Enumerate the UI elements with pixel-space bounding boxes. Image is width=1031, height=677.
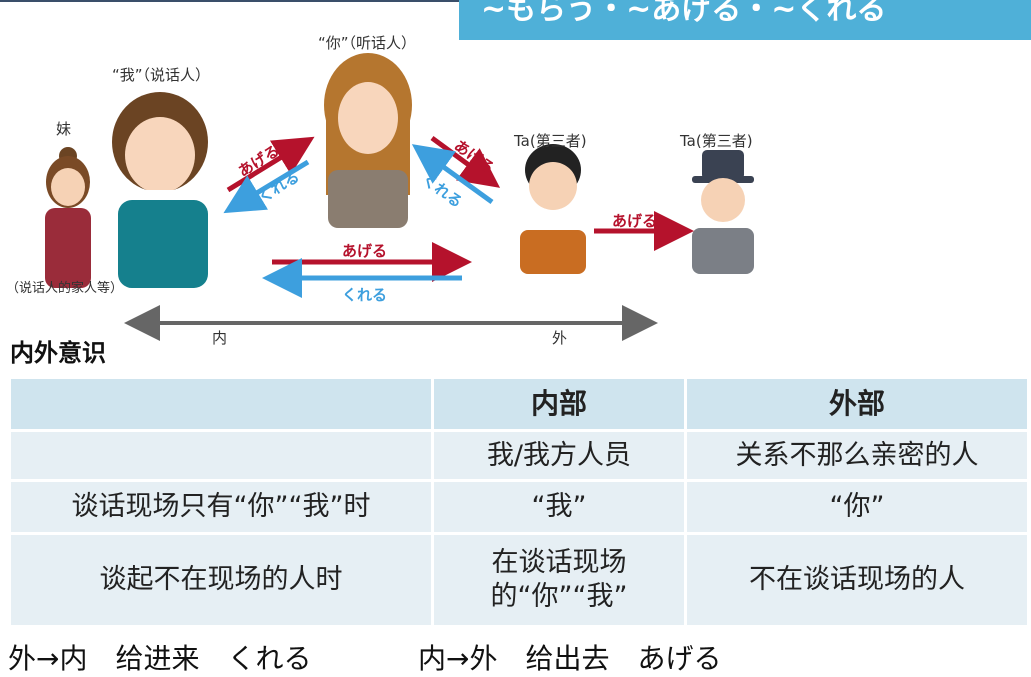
table-header-cell: 外部 — [687, 379, 1027, 429]
footer-kureru-rule: 外→内 给进来 くれる — [8, 642, 312, 675]
label-listener: “你”（听话人） — [318, 34, 417, 52]
sister-figure — [45, 147, 91, 288]
label-speaker: “我”（说话人） — [112, 66, 211, 84]
table-cell: “我” — [434, 482, 684, 532]
scale-inner-label: 内 — [212, 329, 228, 347]
arrow-label-ageru-4: あげる — [612, 212, 658, 230]
table-header-cell: 内部 — [434, 379, 684, 429]
label-sister-note: （说话人的家人等） — [6, 281, 124, 296]
arrow-label-ageru-3: あげる — [342, 242, 388, 260]
table-cell: 不在谈话现场的人 — [687, 535, 1027, 625]
table-row: 谈起不在现场的人时 在谈话现场的“你”“我” 不在谈话现场的人 — [11, 535, 1027, 625]
label-third-person-1: Ta(第三者) — [514, 132, 587, 150]
arrow-label-kureru-3: くれる — [342, 286, 388, 304]
table-cell: 谈起不在现场的人时 — [11, 535, 431, 625]
comparison-table: 内部 外部 我/我方人员 关系不那么亲密的人 谈话现场只有“你”“我”时 “我”… — [8, 376, 1030, 628]
table-row: 我/我方人员 关系不那么亲密的人 — [11, 432, 1027, 479]
table-cell: 谈话现场只有“你”“我”时 — [11, 482, 431, 532]
footer-ageru-rule: 内→外 给出去 あげる — [418, 642, 722, 675]
table-cell: 关系不那么亲密的人 — [687, 432, 1027, 479]
third-person-figure-1 — [520, 144, 586, 274]
label-sister: 妹 — [56, 120, 72, 138]
table-cell: 我/我方人员 — [434, 432, 684, 479]
section-title: 内外意识 — [10, 339, 106, 367]
table-row: 谈话现场只有“你”“我”时 “我” “你” — [11, 482, 1027, 532]
speaker-figure — [112, 92, 208, 288]
table-header-row: 内部 外部 — [11, 379, 1027, 429]
table-header-cell — [11, 379, 431, 429]
scale-outer-label: 外 — [552, 329, 568, 347]
table-cell: “你” — [687, 482, 1027, 532]
top-rule — [0, 0, 460, 2]
third-person-figure-2 — [692, 150, 754, 274]
label-third-person-2: Ta(第三者) — [680, 132, 753, 150]
table-cell: 在谈话现场的“你”“我” — [434, 535, 684, 625]
listener-figure — [324, 53, 412, 228]
table-cell — [11, 432, 431, 479]
